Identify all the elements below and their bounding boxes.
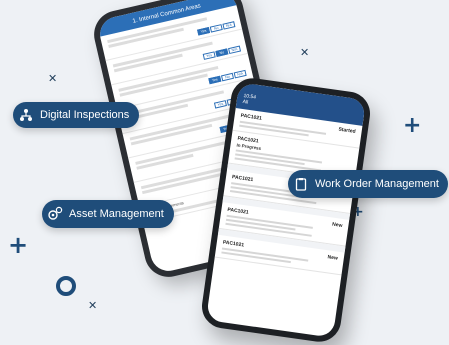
ring-decoration bbox=[56, 276, 76, 296]
plus-decoration: + bbox=[403, 113, 422, 138]
work-order-management-badge: Work Order Management bbox=[288, 170, 448, 198]
answer-na-button[interactable]: N/A bbox=[228, 45, 242, 55]
answer-no-button[interactable]: No bbox=[215, 48, 229, 57]
work-order-screen: 10:54 All PAC1021 Started PAC1021 In Prog… bbox=[205, 82, 367, 338]
answer-yes-button[interactable]: Yes bbox=[202, 51, 216, 60]
badge-label: Work Order Management bbox=[315, 178, 439, 190]
answer-yes-button[interactable]: Yes bbox=[213, 100, 227, 109]
answer-na-button[interactable]: N/A bbox=[233, 69, 247, 79]
answer-yes-button[interactable]: Yes bbox=[208, 75, 222, 85]
badge-label: Asset Management bbox=[69, 208, 164, 220]
plus-decoration: + bbox=[8, 231, 29, 259]
digital-inspections-badge: Digital Inspections bbox=[13, 102, 140, 128]
x-decoration: ✕ bbox=[48, 72, 58, 85]
gears-icon bbox=[47, 206, 63, 222]
workflow-icon bbox=[18, 107, 34, 123]
badge-label: Digital Inspections bbox=[40, 109, 130, 121]
answer-no-button[interactable]: No bbox=[209, 24, 223, 33]
answer-no-button[interactable]: No bbox=[220, 72, 235, 82]
clipboard-icon bbox=[293, 176, 309, 192]
asset-management-badge: Asset Management bbox=[42, 200, 174, 228]
answer-yes-button[interactable]: Yes bbox=[197, 26, 211, 36]
x-decoration: ✕ bbox=[300, 46, 310, 59]
answer-na-button[interactable]: N/A bbox=[222, 21, 236, 30]
x-decoration: ✕ bbox=[88, 299, 98, 312]
